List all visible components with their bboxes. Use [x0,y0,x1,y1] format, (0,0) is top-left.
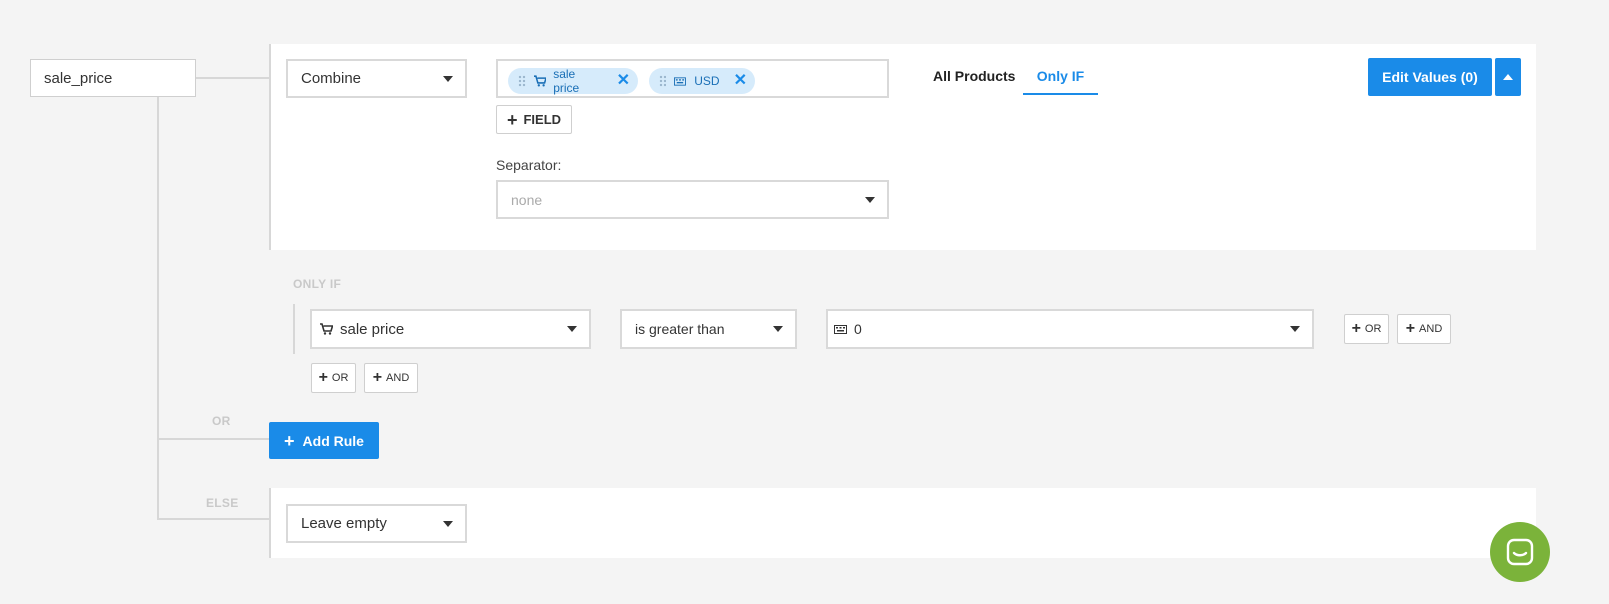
chevron-down-icon [567,326,577,332]
chat-icon [1506,538,1534,566]
plus-icon: + [284,430,295,451]
drag-handle-icon[interactable] [518,75,526,87]
plus-icon: + [506,109,518,130]
condition-operator-select[interactable]: is greater than [620,309,797,349]
plus-icon: + [318,369,328,386]
else-label: ELSE [206,496,239,510]
condition-add-or-button[interactable]: + OR [1344,314,1389,344]
add-field-button[interactable]: + FIELD [496,105,572,134]
drag-handle-icon[interactable] [659,75,667,87]
remove-chip-icon[interactable]: ✕ [734,73,747,89]
field-chip-sale-price[interactable]: sale price ✕ [508,67,638,95]
separator-placeholder: none [511,191,543,208]
condition-group-line [293,304,295,354]
condition-value-text: 0 [854,321,862,337]
condition-value-select[interactable]: 0 [826,309,1314,349]
field-name-input[interactable]: sale_price [30,59,196,97]
chip-label: sale price [553,67,580,95]
else-select[interactable]: Leave empty [286,504,467,543]
chevron-down-icon [443,75,453,82]
remove-chip-icon[interactable]: ✕ [617,73,630,89]
operation-select[interactable]: Combine [286,59,467,98]
and-label: AND [386,372,410,384]
chevron-down-icon [1290,326,1300,332]
condition-add-and-button[interactable]: + AND [1397,314,1451,344]
edit-values-label: Edit Values (0) [1382,69,1478,85]
or-connector-label: OR [212,414,231,428]
tab-only-if[interactable]: Only IF [1023,60,1098,95]
add-field-label: FIELD [523,112,562,127]
tree-line-vertical [157,96,159,520]
only-if-section-label: ONLY IF [293,277,342,291]
tab-all-products[interactable]: All Products [933,68,1015,84]
cart-icon [320,323,333,335]
field-name-text: sale_price [44,69,113,87]
keyboard-icon [674,76,687,86]
chevron-down-icon [773,326,783,332]
or-label: OR [331,372,349,384]
operation-select-value: Combine [301,70,362,87]
condition-operator-value: is greater than [635,321,725,337]
separator-label: Separator: [496,157,562,173]
group-add-or-button[interactable]: + OR [311,363,356,393]
condition-field-value: sale price [340,320,405,338]
tree-line-else [157,518,270,520]
combine-fields-input[interactable]: sale price ✕ USD ✕ [496,59,889,98]
edit-values-button[interactable]: Edit Values (0) [1368,58,1492,96]
plus-icon: + [372,369,383,386]
tab-only-if-label: Only IF [1036,68,1085,84]
keyboard-icon [834,324,847,334]
collapse-button[interactable] [1495,58,1521,96]
tree-line-or [157,438,270,440]
chip-label: USD [694,74,720,88]
chevron-down-icon [443,520,453,527]
add-rule-label: Add Rule [302,432,364,449]
or-label: OR [1364,323,1382,335]
chevron-down-icon [865,196,875,203]
else-select-value: Leave empty [301,515,387,532]
plus-icon: + [1351,320,1361,337]
cart-icon [533,75,547,87]
and-label: AND [1419,323,1443,335]
chat-launcher-button[interactable] [1490,522,1550,582]
separator-select[interactable]: none [496,180,889,219]
plus-icon: + [1405,320,1416,337]
field-chip-usd[interactable]: USD ✕ [649,68,755,94]
group-add-and-button[interactable]: + AND [364,363,418,393]
tree-line-top [195,77,270,79]
chevron-up-icon [1503,74,1513,80]
add-rule-button[interactable]: + Add Rule [269,422,379,459]
condition-field-select[interactable]: sale price [310,309,591,349]
